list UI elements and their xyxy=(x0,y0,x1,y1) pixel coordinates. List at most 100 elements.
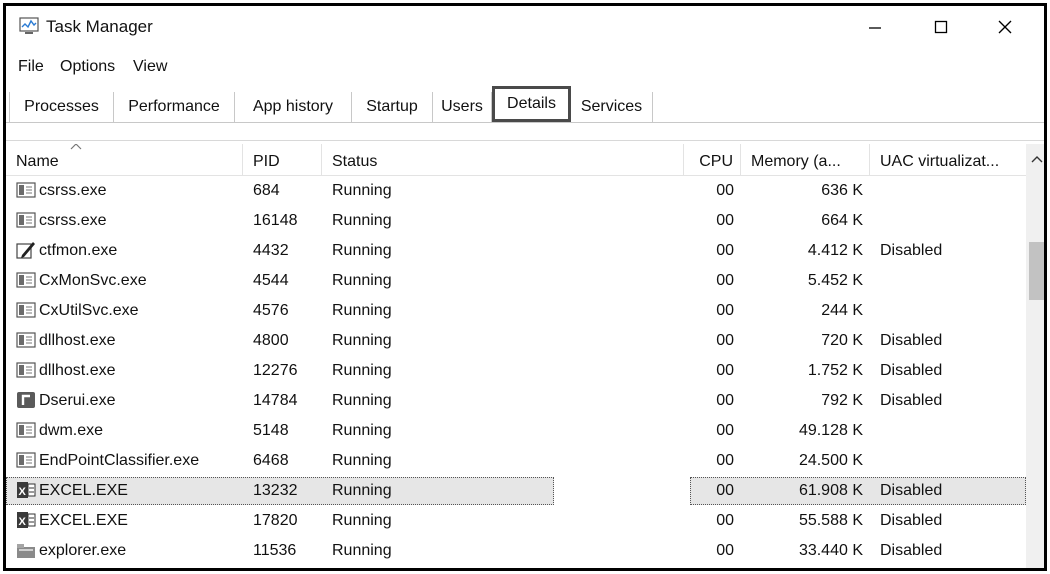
table-row[interactable]: Dserui.exe 14784 Running 00 792 K Disabled xyxy=(6,386,1026,416)
process-cpu: 00 xyxy=(716,212,734,229)
task-manager-window: Task Manager File Options View Processes… xyxy=(3,3,1047,571)
table-row[interactable]: csrss.exe 16148 Running 00 664 K xyxy=(6,206,1026,236)
process-status: Running xyxy=(332,512,392,529)
process-uac: Disabled xyxy=(880,482,943,499)
table-row[interactable]: dllhost.exe 12276 Running 00 1.752 K Disabled xyxy=(6,356,1026,386)
excel-icon: X xyxy=(17,512,36,528)
table-row[interactable]: CxMonSvc.exe 4544 Running 00 5.452 K xyxy=(6,266,1026,296)
tab-services[interactable]: Services xyxy=(571,92,653,122)
table-row[interactable]: CxUtilSvc.exe 4576 Running 00 244 K xyxy=(6,296,1026,326)
process-uac: Disabled xyxy=(880,542,943,559)
process-uac: Disabled xyxy=(880,362,943,379)
process-name: explorer.exe xyxy=(39,542,127,559)
process-pid: 6468 xyxy=(253,452,289,469)
process-cpu: 00 xyxy=(716,272,734,289)
tab-users[interactable]: Users xyxy=(433,92,492,122)
process-status: Running xyxy=(332,452,392,469)
column-header-status[interactable]: Status xyxy=(322,144,554,176)
table-row[interactable]: ctfmon.exe 4432 Running 00 4.412 K Disabled xyxy=(6,236,1026,266)
menu-view[interactable]: View xyxy=(133,58,167,76)
process-cpu: 00 xyxy=(716,332,734,349)
process-pid: 684 xyxy=(253,182,280,199)
column-header-memory[interactable]: Memory (a... xyxy=(741,144,870,176)
process-name: Dserui.exe xyxy=(39,392,116,409)
process-name: dllhost.exe xyxy=(39,362,116,379)
maximize-button[interactable] xyxy=(910,6,972,48)
table-row[interactable]: X EXCEL.EXE 17820 Running 00 55.588 K Disabled xyxy=(6,506,1026,536)
scroll-thumb[interactable] xyxy=(1029,242,1044,300)
vertical-scrollbar[interactable] xyxy=(1026,144,1044,568)
close-icon xyxy=(998,20,1012,34)
process-status: Running xyxy=(332,212,392,229)
table-row[interactable]: dllhost.exe 4800 Running 00 720 K Disabled xyxy=(6,326,1026,356)
process-name: EXCEL.EXE xyxy=(39,512,128,529)
process-name: dwm.exe xyxy=(39,422,104,439)
table-row-selected[interactable]: X EXCEL.EXE 13232 Running 00 61.908 K Disabled xyxy=(6,476,1026,506)
svg-text:X: X xyxy=(19,516,27,528)
task-manager-icon xyxy=(19,17,39,34)
table-row[interactable]: dwm.exe 5148 Running 00 49.128 K xyxy=(6,416,1026,446)
process-status: Running xyxy=(332,542,392,559)
tab-performance[interactable]: Performance xyxy=(114,92,235,122)
process-name: EXCEL.EXE xyxy=(39,482,128,499)
process-status: Running xyxy=(332,272,392,289)
pen-icon xyxy=(16,242,35,259)
process-pid: 4800 xyxy=(253,332,289,349)
generic-process-icon xyxy=(16,212,36,228)
close-button[interactable] xyxy=(974,6,1036,48)
process-memory: 33.440 K xyxy=(798,542,863,559)
window-title: Task Manager xyxy=(46,17,153,36)
tab-details[interactable]: Details xyxy=(492,86,571,122)
column-header-cpu[interactable]: CPU xyxy=(684,144,741,176)
process-pid: 4432 xyxy=(253,242,289,259)
process-memory: 244 K xyxy=(821,302,863,319)
minimize-button[interactable] xyxy=(844,6,906,48)
column-header-pid[interactable]: PID xyxy=(243,144,322,176)
process-pid: 14784 xyxy=(253,392,298,409)
process-pid: 11536 xyxy=(253,542,297,559)
process-cpu: 00 xyxy=(716,422,734,439)
menu-file[interactable]: File xyxy=(18,58,44,76)
title-bar[interactable]: Task Manager xyxy=(6,6,1044,48)
process-pid: 17820 xyxy=(253,512,298,529)
table-header: Name PID Status CPU Memory (a... UAC vir… xyxy=(6,144,1026,176)
svg-text:X: X xyxy=(19,486,27,498)
process-status: Running xyxy=(332,182,392,199)
process-pid: 16148 xyxy=(253,212,298,229)
process-uac: Disabled xyxy=(880,332,943,349)
minimize-icon xyxy=(869,27,881,29)
process-status: Running xyxy=(332,482,392,499)
process-uac: Disabled xyxy=(880,242,943,259)
process-memory: 664 K xyxy=(821,212,863,229)
table-row[interactable]: EndPointClassifier.exe 6468 Running 00 24.50… xyxy=(6,446,1026,476)
process-memory: 1.752 K xyxy=(807,362,863,379)
maximize-icon xyxy=(934,20,948,34)
tab-app-history[interactable]: App history xyxy=(235,92,352,122)
process-cpu: 00 xyxy=(716,512,734,529)
table-row[interactable]: explorer.exe 11536 Running 00 33.440 K Disabl… xyxy=(6,536,1026,566)
table-row[interactable]: csrss.exe 684 Running 00 636 K xyxy=(6,176,1026,206)
generic-process-icon xyxy=(16,362,36,378)
process-memory: 55.588 K xyxy=(798,512,863,529)
menu-options[interactable]: Options xyxy=(60,58,115,76)
process-name: csrss.exe xyxy=(39,182,107,199)
folder-icon xyxy=(17,544,35,558)
column-header-uac[interactable]: UAC virtualizat... xyxy=(870,144,1026,176)
tab-processes[interactable]: Processes xyxy=(9,92,114,122)
tab-startup[interactable]: Startup xyxy=(352,92,433,122)
menu-bar: File Options View xyxy=(6,54,1044,82)
process-name: dllhost.exe xyxy=(39,332,116,349)
process-cpu: 00 xyxy=(716,182,734,199)
column-header-name[interactable]: Name xyxy=(6,144,243,176)
scroll-up-button[interactable] xyxy=(1026,144,1044,174)
process-memory: 61.908 K xyxy=(798,482,863,499)
process-memory: 49.128 K xyxy=(798,422,863,439)
process-cpu: 00 xyxy=(716,242,734,259)
process-name: ctfmon.exe xyxy=(39,242,118,259)
dserui-icon xyxy=(17,392,35,408)
generic-process-icon xyxy=(16,272,36,288)
process-name: CxUtilSvc.exe xyxy=(39,302,139,319)
column-header-spacer xyxy=(554,144,684,176)
process-name: EndPointClassifier.exe xyxy=(39,452,200,469)
process-pid: 5148 xyxy=(253,422,289,439)
